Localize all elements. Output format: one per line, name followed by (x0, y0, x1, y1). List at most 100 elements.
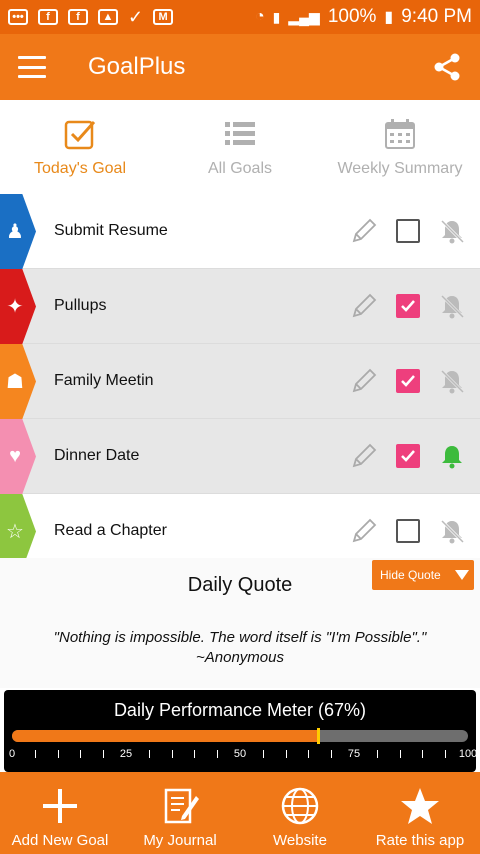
bottom-label: Website (273, 832, 327, 849)
meter-marker (316, 728, 320, 744)
goal-name: Family Meetin (54, 372, 154, 389)
bottom-label: Add New Goal (11, 832, 109, 849)
goal-checkbox[interactable] (396, 219, 420, 243)
goal-checkbox[interactable] (396, 369, 420, 393)
status-bar: ••• f f ▲ ✓ M ◔ ▮ ▂▄▆ 100% ▮ 9:40 PM (0, 0, 480, 34)
meter-tick (308, 750, 310, 758)
tab-label: Weekly Summary (337, 160, 463, 177)
bell-off-icon[interactable] (438, 517, 466, 545)
wifi-icon: ◔ (254, 8, 265, 25)
gmail-icon: M (153, 9, 174, 25)
family-icon: ☗ (6, 371, 24, 393)
tab-bar: Today's Goal All Goals Weekly Summary (0, 100, 480, 194)
check-icon (401, 300, 415, 312)
plus-icon (43, 789, 77, 823)
meter-tick (34, 750, 36, 758)
signal-icon: ▂▄▆ (288, 8, 320, 25)
checkbox-icon (64, 120, 96, 150)
quote-author: ~Anonymous (196, 649, 284, 666)
check-icon (401, 450, 415, 462)
bell-off-icon[interactable] (438, 217, 466, 245)
hide-quote-label: Hide Quote (380, 568, 441, 582)
goal-name: Pullups (54, 297, 107, 314)
quote-body: "Nothing is impossible. The word itself … (53, 629, 427, 646)
meter-tick (376, 750, 378, 758)
website-button[interactable]: Website (240, 772, 360, 854)
tab-label: Today's Goal (34, 160, 126, 177)
meter-ticks: 0 25 50 75 100 (8, 748, 477, 764)
meter-tick (80, 750, 82, 758)
goal-category-badge: ♥ (0, 419, 36, 494)
exercise-icon: ✦ (6, 296, 24, 318)
meter-fill (12, 730, 318, 742)
goal-list: ♟ Submit Resume ✦ Pullups ☗ Family Meeti… (0, 194, 480, 569)
bell-off-icon[interactable] (438, 292, 466, 320)
goal-category-badge: ✦ (0, 269, 36, 344)
goal-name: Read a Chapter (54, 522, 167, 539)
tab-todays-goal[interactable]: Today's Goal (0, 100, 160, 194)
goal-category-badge: ♟ (0, 194, 36, 269)
performance-meter: Daily Performance Meter (67%) 0 25 50 75 100 (4, 690, 477, 772)
goal-row[interactable]: ☗ Family Meetin (0, 344, 480, 419)
meter-tick-label: 0 (8, 748, 16, 760)
menu-icon[interactable] (18, 56, 46, 78)
meter-tick (57, 750, 59, 758)
edit-pencil-icon[interactable] (350, 367, 378, 395)
goal-row[interactable]: ✦ Pullups (0, 269, 480, 344)
star-icon: ☆ (6, 521, 24, 543)
goal-checkbox[interactable] (396, 294, 420, 318)
star-icon (401, 788, 439, 824)
meter-tick (217, 750, 219, 758)
my-journal-button[interactable]: My Journal (120, 772, 240, 854)
calendar-icon (385, 119, 415, 149)
check-icon (401, 375, 415, 387)
meter-tick (103, 750, 105, 758)
meter-tick (399, 750, 401, 758)
meter-tick (331, 750, 333, 758)
goal-checkbox[interactable] (396, 444, 420, 468)
edit-pencil-icon[interactable] (350, 517, 378, 545)
bottom-label: Rate this app (375, 832, 465, 849)
goal-category-badge: ☗ (0, 344, 36, 419)
person-icon: ♟ (6, 221, 24, 243)
goal-row[interactable]: ♟ Submit Resume (0, 194, 480, 269)
bell-off-icon[interactable] (438, 367, 466, 395)
meter-tick (445, 750, 447, 758)
add-new-goal-button[interactable]: Add New Goal (0, 772, 120, 854)
goal-checkbox[interactable] (396, 519, 420, 543)
meter-tick (285, 750, 287, 758)
meter-tick (422, 750, 424, 758)
tab-label: All Goals (207, 160, 273, 177)
bottom-label: My Journal (143, 832, 217, 849)
daily-quote-panel: Daily Quote Hide Quote "Nothing is impos… (0, 558, 480, 688)
hide-quote-button[interactable]: Hide Quote (372, 560, 474, 590)
check-icon: ✓ (128, 6, 144, 27)
image-icon: ▲ (98, 9, 118, 25)
facebook-icon: f (38, 9, 58, 25)
rate-app-button[interactable]: Rate this app (360, 772, 480, 854)
meter-title: Daily Performance Meter (67%) (4, 700, 476, 721)
share-icon[interactable] (432, 52, 462, 82)
sim-icon: ▮ (272, 8, 281, 25)
edit-pencil-icon[interactable] (350, 292, 378, 320)
tab-all-goals[interactable]: All Goals (160, 100, 320, 194)
goal-name: Dinner Date (54, 447, 140, 464)
bell-on-icon[interactable] (438, 442, 466, 470)
app-bar: GoalPlus (0, 34, 480, 100)
bottom-action-bar: Add New Goal My Journal Website Rate thi… (0, 772, 480, 854)
goal-row[interactable]: ♥ Dinner Date (0, 419, 480, 494)
meter-tick (194, 750, 196, 758)
edit-pencil-icon[interactable] (350, 442, 378, 470)
quote-text: "Nothing is impossible. The word itself … (0, 628, 480, 668)
list-icon (225, 122, 255, 145)
app-title: GoalPlus (88, 53, 186, 80)
meter-tick (171, 750, 173, 758)
meter-title-text: Daily Performance Meter (113, 700, 314, 720)
meter-tick-label: 100 (458, 748, 478, 760)
tab-weekly-summary[interactable]: Weekly Summary (320, 100, 480, 194)
globe-icon (281, 787, 319, 825)
battery-text: 100% (327, 6, 377, 27)
journal-icon (164, 788, 199, 824)
meter-track (12, 730, 468, 742)
edit-pencil-icon[interactable] (350, 217, 378, 245)
